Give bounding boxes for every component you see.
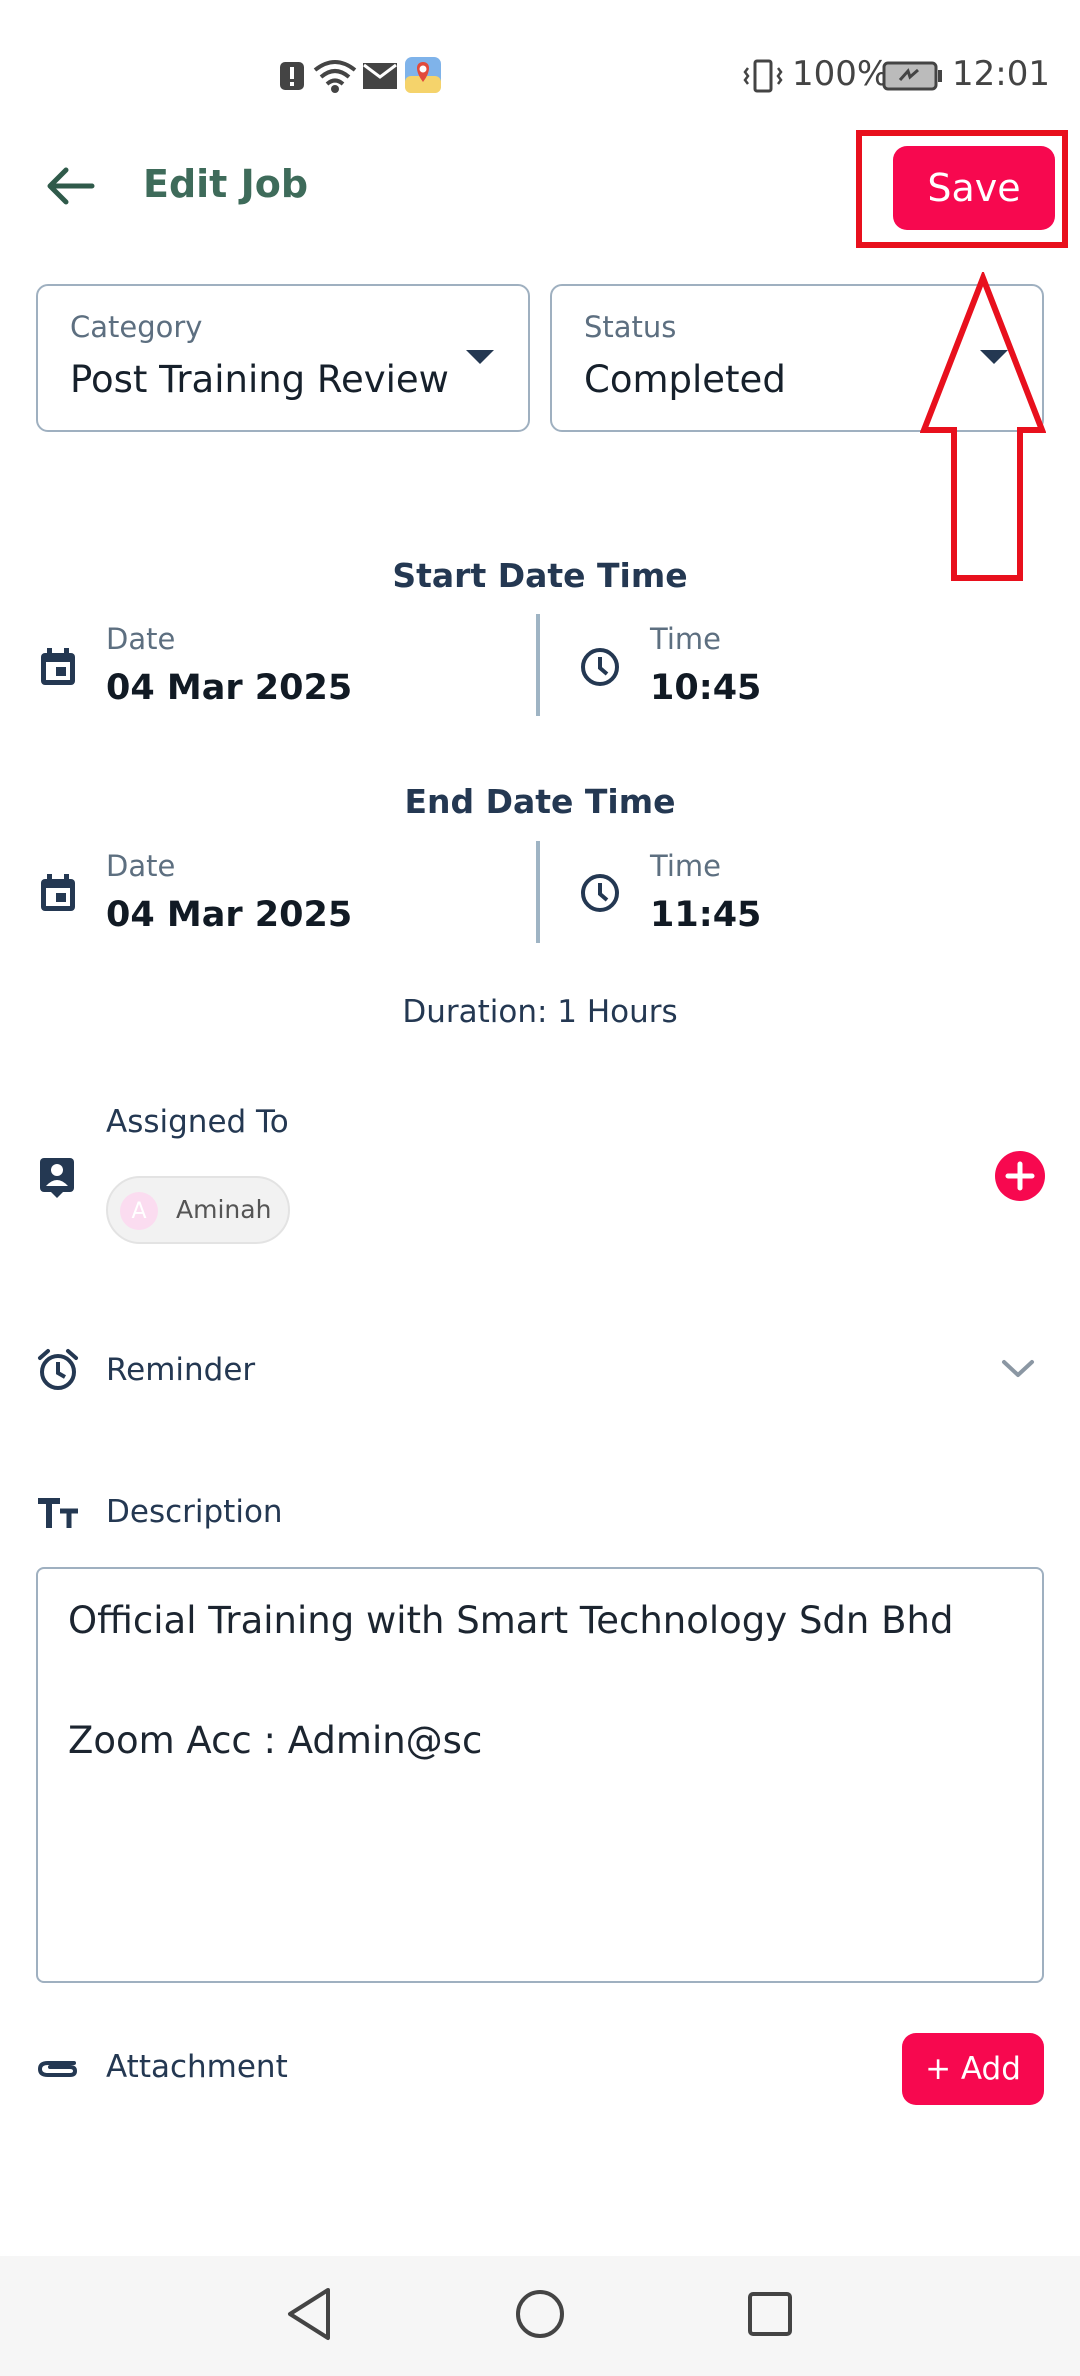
recents-nav-icon[interactable] bbox=[746, 2290, 794, 2338]
start-date-value: 04 Mar 2025 bbox=[106, 668, 353, 708]
end-date-value: 04 Mar 2025 bbox=[106, 895, 353, 935]
start-time-value: 10:45 bbox=[650, 668, 762, 708]
assignee-name: Aminah bbox=[176, 1195, 272, 1224]
back-nav-icon[interactable] bbox=[284, 2286, 334, 2342]
end-date-label: Date bbox=[106, 849, 176, 883]
maps-icon bbox=[405, 57, 441, 93]
avatar-initial: A bbox=[131, 1198, 147, 1224]
description-textarea[interactable]: Official Training with Smart Technology … bbox=[36, 1567, 1044, 1983]
avatar: A bbox=[120, 1192, 158, 1230]
status-value: Completed bbox=[584, 358, 786, 401]
start-date-field[interactable]: Date 04 Mar 2025 bbox=[106, 616, 526, 716]
description-label: Description bbox=[106, 1494, 283, 1530]
mail-icon bbox=[363, 63, 397, 89]
paperclip-icon bbox=[37, 2061, 78, 2077]
dropdown-caret-icon bbox=[466, 350, 494, 364]
end-time-field[interactable]: Time 11:45 bbox=[650, 843, 1030, 943]
divider bbox=[536, 841, 540, 943]
start-datetime-title: Start Date Time bbox=[392, 556, 688, 595]
annotation-arrow bbox=[920, 272, 1046, 581]
alarm-clock-icon bbox=[38, 1349, 78, 1390]
chevron-down-icon bbox=[1002, 1360, 1034, 1377]
page-title: Edit Job bbox=[143, 162, 309, 206]
category-dropdown[interactable]: Category Post Training Review bbox=[36, 284, 530, 432]
end-time-label: Time bbox=[650, 849, 721, 883]
attachment-label: Attachment bbox=[106, 2049, 288, 2085]
description-text: Official Training with Smart Technology … bbox=[68, 1599, 954, 1762]
wifi-icon bbox=[313, 60, 357, 93]
battery-icon bbox=[882, 61, 942, 91]
calendar-icon bbox=[41, 874, 75, 911]
start-time-label: Time bbox=[650, 622, 721, 656]
clock-icon bbox=[581, 874, 619, 912]
end-date-field[interactable]: Date 04 Mar 2025 bbox=[106, 843, 526, 943]
clock-icon bbox=[581, 648, 619, 686]
back-arrow-icon[interactable] bbox=[44, 164, 96, 208]
reminder-row[interactable]: Reminder bbox=[0, 1330, 1080, 1410]
divider bbox=[536, 614, 540, 716]
start-time-field[interactable]: Time 10:45 bbox=[650, 616, 1030, 716]
text-format-icon bbox=[38, 1498, 78, 1528]
system-nav-bar bbox=[0, 2256, 1080, 2376]
reminder-label: Reminder bbox=[106, 1352, 256, 1388]
calendar-icon bbox=[41, 648, 75, 685]
category-label: Category bbox=[70, 310, 203, 344]
assignee-contact-icon bbox=[40, 1158, 74, 1198]
assignee-chip[interactable]: A Aminah bbox=[106, 1176, 290, 1244]
vibrate-icon bbox=[743, 59, 783, 93]
alert-icon bbox=[280, 62, 304, 90]
end-time-value: 11:45 bbox=[650, 895, 762, 935]
assigned-to-label: Assigned To bbox=[106, 1104, 289, 1140]
duration-text: Duration: 1 Hours bbox=[402, 994, 678, 1030]
category-value: Post Training Review bbox=[70, 358, 449, 401]
annotation-highlight-box bbox=[856, 130, 1068, 248]
status-label: Status bbox=[584, 310, 677, 344]
battery-percent: 100% bbox=[792, 54, 890, 94]
clock-time: 12:01 bbox=[952, 54, 1050, 94]
status-bar: 100% 12:01 bbox=[0, 0, 1080, 150]
start-date-label: Date bbox=[106, 622, 176, 656]
add-attachment-button[interactable]: + Add bbox=[902, 2033, 1044, 2105]
home-nav-icon[interactable] bbox=[514, 2288, 566, 2340]
end-datetime-title: End Date Time bbox=[404, 782, 676, 821]
add-assignee-icon[interactable] bbox=[994, 1150, 1046, 1202]
